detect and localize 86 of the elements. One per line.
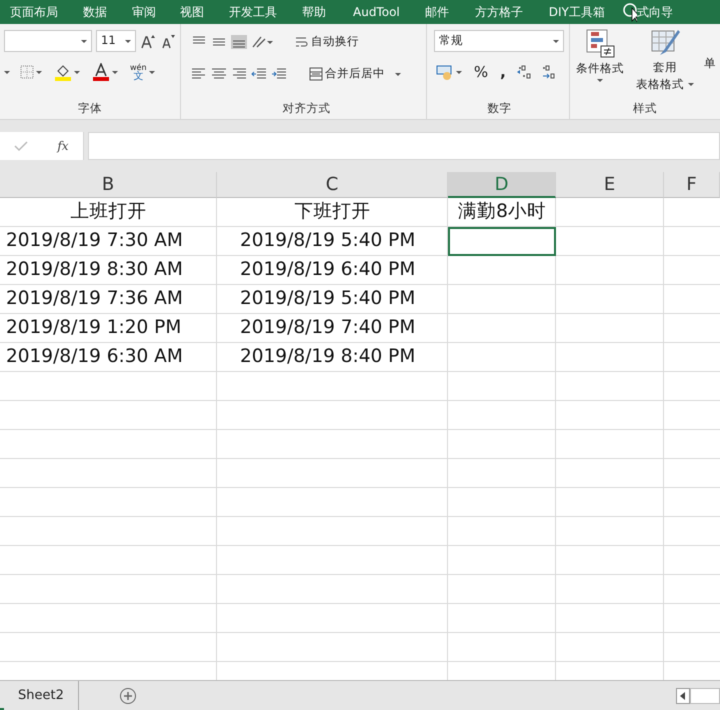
column-header[interactable]: D <box>448 172 556 198</box>
caret-icon <box>597 79 603 82</box>
percent-style-button[interactable]: % <box>472 60 490 84</box>
caret-icon <box>112 70 118 74</box>
align-right-icon[interactable] <box>231 67 247 81</box>
phonetic-top-text: wén <box>130 63 147 72</box>
caret-icon <box>74 70 80 74</box>
ribbon-tab[interactable]: 帮助 <box>302 3 326 21</box>
align-center-icon[interactable] <box>211 67 227 81</box>
grow-font-icon[interactable] <box>140 33 156 49</box>
merge-cells-icon <box>309 67 323 81</box>
column-header[interactable]: F <box>664 172 720 198</box>
table-brush-icon <box>650 28 680 58</box>
fill-bucket-icon <box>54 63 72 81</box>
caret-icon <box>148 70 155 74</box>
table-cell-text: 2019/8/19 6:30 AM <box>5 345 184 369</box>
table-cell-text: 2019/8/19 8:30 AM <box>5 258 184 282</box>
caret-icon[interactable] <box>4 70 10 74</box>
borders-icon <box>20 65 34 79</box>
increase-indent-icon[interactable] <box>271 67 287 81</box>
align-bottom-icon[interactable] <box>231 35 247 49</box>
header-cell-text: 满勤8小时 <box>457 200 547 224</box>
add-sheet-icon[interactable] <box>118 686 137 704</box>
insert-function-button[interactable]: fx <box>57 137 69 155</box>
conditional-formatting-button[interactable]: 条件格式 <box>574 28 626 82</box>
ribbon-tab[interactable]: AudTool <box>353 3 400 21</box>
caret-icon <box>36 70 42 74</box>
cell-styles-button[interactable]: 单 <box>704 52 718 76</box>
currency-icon <box>436 64 454 80</box>
caret-icon <box>395 72 401 76</box>
table-cell-text: 2019/8/19 5:40 PM <box>239 229 416 253</box>
ribbon-tab[interactable]: 页面布局 <box>10 3 58 21</box>
ribbon-tab[interactable]: DIY工具箱 <box>548 3 605 21</box>
group-label: 对齐方式 <box>281 100 332 117</box>
header-cell-text: 下班打开 <box>294 200 372 224</box>
scroll-left-icon[interactable] <box>676 688 690 704</box>
ribbon-tab[interactable]: 式向导 <box>636 3 673 21</box>
column-header[interactable]: B <box>0 172 217 198</box>
group-label: 数字 <box>486 100 512 117</box>
column-header[interactable]: C <box>217 172 448 198</box>
decrease-indent-icon[interactable] <box>251 67 267 81</box>
wrap-text-icon <box>295 35 309 49</box>
phonetic-button[interactable]: wén 文 <box>128 60 157 84</box>
format-as-table-button[interactable]: 套用 表格格式 <box>634 28 696 92</box>
align-left-icon[interactable] <box>191 67 207 81</box>
header-cell-text: 上班打开 <box>70 200 148 224</box>
comma-style-button[interactable]: , <box>498 60 508 84</box>
group-label: 样式 <box>632 100 658 117</box>
number-format-field[interactable]: 常规 <box>434 30 564 52</box>
column-header[interactable]: E <box>556 172 664 198</box>
table-cell-text: 2019/8/19 7:30 AM <box>5 229 184 253</box>
caret-icon[interactable] <box>81 40 87 42</box>
ribbon-tab[interactable]: 视图 <box>180 3 204 21</box>
number-format-value: 常规 <box>438 32 463 50</box>
table-cell-text: 2019/8/19 5:40 PM <box>239 287 416 311</box>
table-cell-text: 2019/8/19 1:20 PM <box>5 316 182 340</box>
conditional-format-icon <box>585 28 615 58</box>
active-cell[interactable] <box>448 227 556 256</box>
ribbon-tab[interactable]: 数据 <box>83 3 107 21</box>
font-color-icon <box>92 63 110 81</box>
merge-center-button[interactable]: 合并后居中 <box>307 62 403 86</box>
caret-icon[interactable] <box>552 40 559 42</box>
ribbon-tab[interactable]: 方方格子 <box>474 3 523 21</box>
font-color-button[interactable] <box>90 60 120 84</box>
caret-icon <box>688 83 694 86</box>
ribbon-tab[interactable]: 开发工具 <box>229 3 277 21</box>
shrink-font-icon[interactable] <box>160 33 176 49</box>
caret-icon <box>456 70 462 74</box>
phonetic-bottom-text: 文 <box>133 72 144 81</box>
table-cell-text: 2019/8/19 7:36 AM <box>5 287 184 311</box>
enter-check-icon[interactable] <box>14 140 28 152</box>
wrap-text-button[interactable]: 自动换行 <box>293 30 361 54</box>
table-cell-text: 2019/8/19 7:40 PM <box>239 316 416 340</box>
loading-cursor-icon <box>622 2 637 22</box>
ribbon-tab[interactable]: 邮件 <box>424 3 449 21</box>
caret-icon[interactable] <box>125 40 131 42</box>
ribbon-tab[interactable]: 审阅 <box>132 3 156 21</box>
increase-decimal-icon[interactable] <box>516 64 532 80</box>
table-cell-text: 2019/8/19 8:40 PM <box>239 345 416 369</box>
font-name-field[interactable] <box>4 30 92 52</box>
orientation-icon[interactable] <box>251 35 273 49</box>
font-size-value: 11 <box>101 32 116 50</box>
group-label: 字体 <box>77 100 103 117</box>
font-size-field[interactable]: 11 <box>96 30 136 52</box>
formula-input[interactable] <box>88 132 720 160</box>
table-cell-text: 2019/8/19 6:40 PM <box>239 258 416 282</box>
